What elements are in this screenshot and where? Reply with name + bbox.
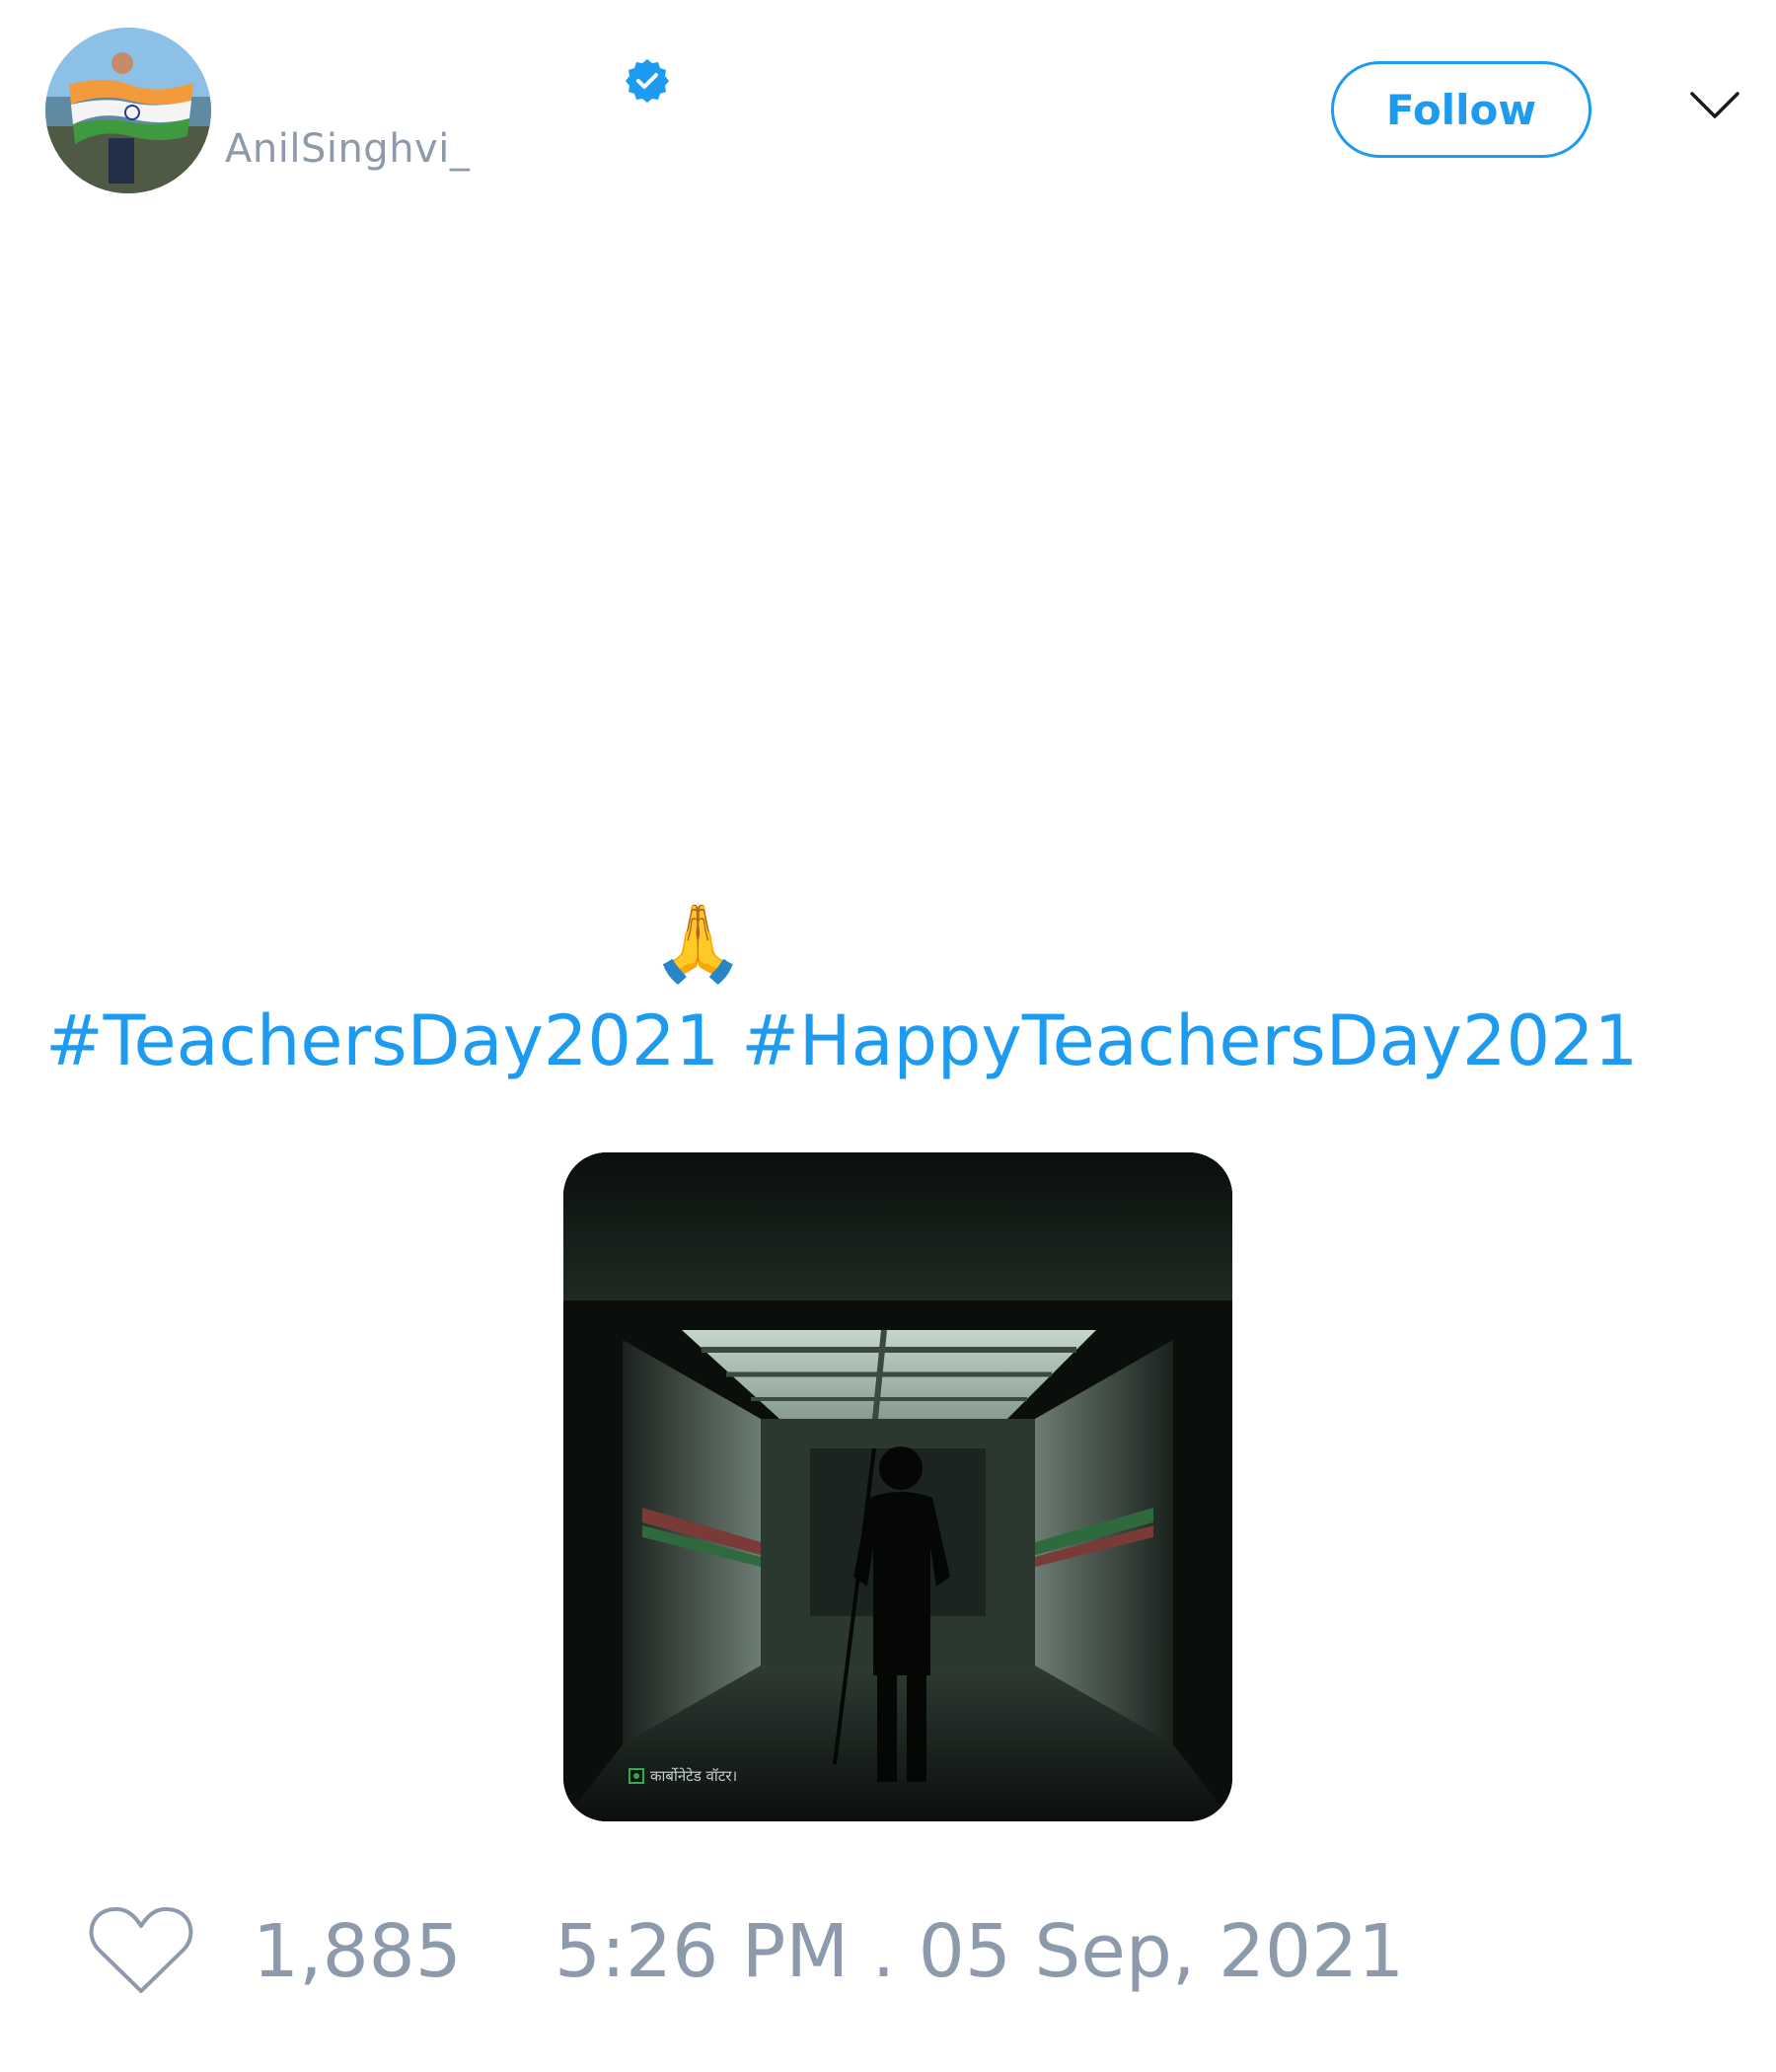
tweet-media[interactable]: कार्बोनेटेड वॉटर। <box>563 1152 1232 1821</box>
corridor-silhouette-image <box>563 1152 1232 1821</box>
hashtag-line: #TeachersDay2021 #HappyTeachersDay2021 <box>45 1000 1638 1081</box>
media-caption-text: कार्बोनेटेड वॉटर। <box>650 1767 738 1785</box>
follow-button[interactable]: Follow <box>1331 61 1591 158</box>
hashtag-happy-teachers-day[interactable]: #HappyTeachersDay2021 <box>741 1000 1638 1081</box>
like-count: 1,885 <box>253 1909 462 1994</box>
username[interactable]: AnilSinghvi_ <box>225 126 470 172</box>
chevron-down-icon[interactable] <box>1689 89 1740 122</box>
folded-hands-emoji: 🙏 <box>651 899 745 987</box>
avatar[interactable] <box>45 28 211 193</box>
hashtag-teachers-day[interactable]: #TeachersDay2021 <box>45 1000 719 1081</box>
verified-badge-icon <box>626 59 669 103</box>
media-caption: कार्बोनेटेड वॉटर। <box>629 1766 737 1786</box>
veg-mark-icon <box>629 1768 644 1784</box>
avatar-image <box>45 28 211 193</box>
tweet-timestamp[interactable]: 5:26 PM . 05 Sep, 2021 <box>555 1909 1404 1994</box>
heart-icon[interactable] <box>89 1904 193 1997</box>
